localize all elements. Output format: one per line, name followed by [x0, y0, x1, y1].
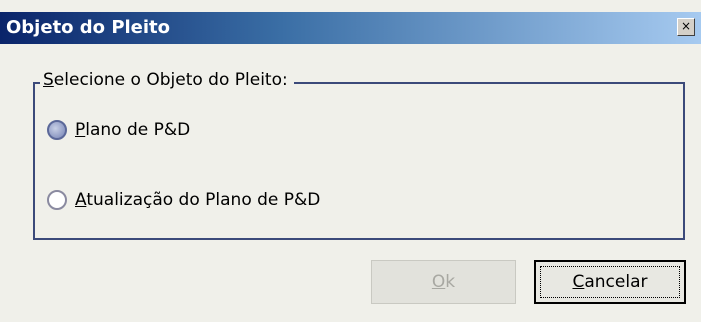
radio-selected-icon[interactable]: [47, 120, 67, 140]
radio-label-plano: Plano de P&D: [75, 120, 191, 140]
cancel-button-label: Cancelar: [572, 272, 648, 292]
groupbox-legend: Selecione o Objeto do Pleito:: [40, 70, 294, 90]
window-title: Objeto do Pleito: [6, 17, 171, 38]
ok-button[interactable]: Ok: [371, 260, 516, 304]
radio-option-plano[interactable]: Plano de P&D: [47, 118, 190, 142]
radio-unselected-icon[interactable]: [47, 190, 67, 210]
object-groupbox: [33, 82, 685, 240]
dialog-window: Objeto do Pleito × Selecione o Objeto do…: [0, 0, 701, 322]
radio-label-atualizacao: Atualização do Plano de P&D: [75, 190, 321, 210]
cancel-button[interactable]: Cancelar: [534, 260, 686, 304]
radio-option-atualizacao[interactable]: Atualização do Plano de P&D: [47, 188, 320, 212]
title-bar[interactable]: Objeto do Pleito ×: [0, 12, 701, 44]
ok-button-label: Ok: [431, 272, 456, 292]
close-button[interactable]: ×: [677, 18, 695, 36]
close-icon: ×: [680, 19, 692, 33]
